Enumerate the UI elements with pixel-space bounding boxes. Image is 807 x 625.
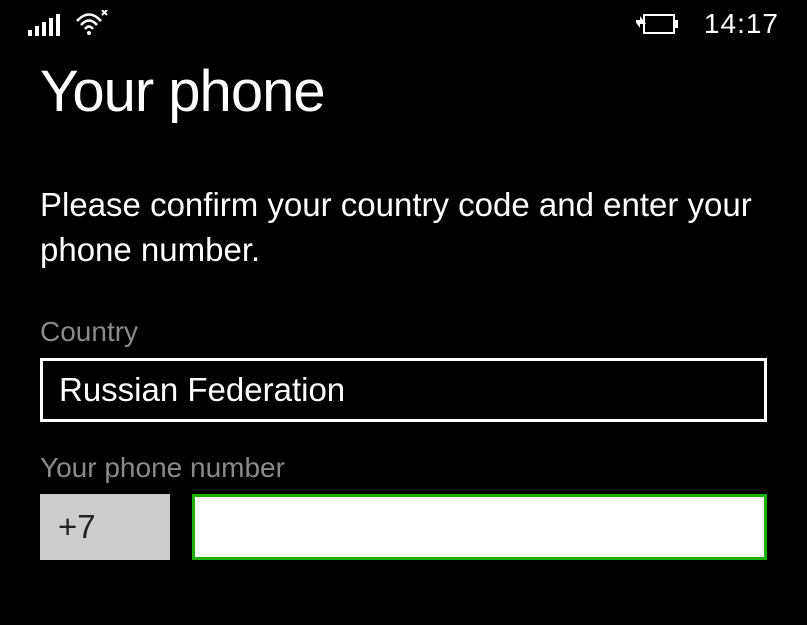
phone-number-input[interactable] bbox=[192, 494, 767, 560]
country-select[interactable]: Russian Federation bbox=[40, 358, 767, 422]
phone-label: Your phone number bbox=[40, 452, 767, 484]
clock: 14:17 bbox=[704, 8, 779, 40]
battery-charging-icon bbox=[636, 13, 680, 35]
page-title: Your phone bbox=[40, 58, 767, 125]
status-right: 14:17 bbox=[636, 8, 779, 40]
phone-row: +7 bbox=[40, 494, 767, 560]
country-label: Country bbox=[40, 316, 767, 348]
status-left bbox=[28, 10, 110, 38]
instruction-text: Please confirm your country code and ent… bbox=[40, 183, 767, 272]
content: Your phone Please confirm your country c… bbox=[0, 40, 807, 560]
wifi-icon bbox=[74, 10, 110, 38]
country-code-field[interactable]: +7 bbox=[40, 494, 170, 560]
status-bar: 14:17 bbox=[0, 0, 807, 40]
signal-icon bbox=[28, 12, 62, 36]
